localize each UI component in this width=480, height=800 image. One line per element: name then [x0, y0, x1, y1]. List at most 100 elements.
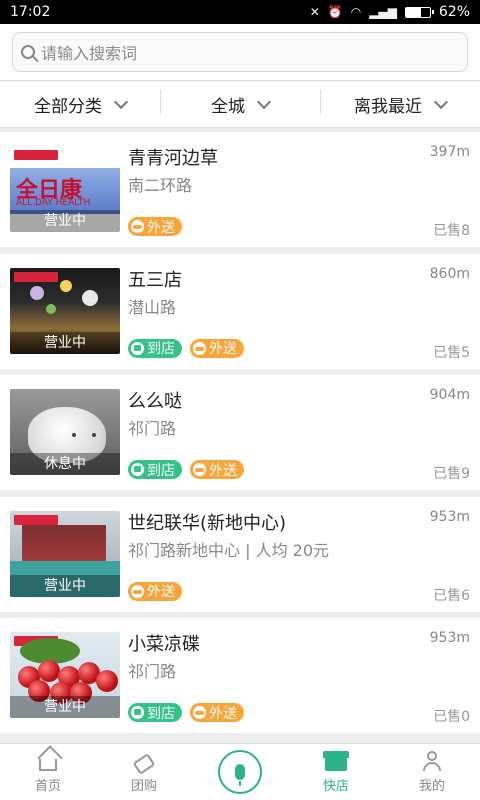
service-tags: 外送 — [128, 581, 182, 601]
store-sold-count: 已售5 — [433, 344, 470, 361]
store-list: 全日康 ALL DAY HEALTH 营业中 青青河边草 南二环路 397m 外… — [0, 132, 480, 740]
store-sold-count: 已售8 — [433, 223, 470, 239]
battery-percent: 62% — [438, 4, 470, 20]
store-card[interactable]: 休息中 么么哒 祁门路 904m 到店 外送 已售9 — [0, 375, 480, 490]
chevron-down-icon — [113, 94, 129, 110]
store-distance: 397m — [429, 144, 470, 160]
delivery-tag: 外送 — [190, 338, 244, 358]
status-time: 17:02 — [10, 4, 51, 20]
thumbnail-brand-en: ALL DAY HEALTH — [16, 198, 91, 208]
store-thumbnail: 休息中 — [10, 389, 120, 475]
voice-search-button[interactable] — [218, 750, 262, 794]
bottom-tab-bar: 首页 团购 快店 我的 — [0, 743, 480, 800]
tab-quick-store[interactable]: 快店 — [288, 744, 384, 800]
store-thumbnail: 营业中 — [10, 267, 120, 354]
eye-shape — [92, 433, 96, 437]
search-icon — [21, 45, 35, 59]
home-icon — [39, 759, 57, 771]
delivery-tag-label: 外送 — [209, 462, 237, 479]
store-card[interactable]: 营业中 五三店 潜山路 860m 到店 外送 已售5 — [0, 253, 480, 369]
coupon-icon — [132, 753, 156, 775]
store-thumbnail: 营业中 — [10, 510, 120, 597]
store-address: 南二环路 — [128, 176, 193, 195]
filter-sort[interactable]: 离我最近 — [320, 89, 480, 117]
in-store-tag: 到店 — [128, 703, 182, 722]
store-name: 世纪联华(新地中心) — [128, 512, 287, 534]
store-status: 营业中 — [10, 331, 120, 354]
store-icon — [131, 463, 144, 476]
filter-category[interactable]: 全部分类 — [0, 92, 160, 117]
in-store-tag: 到店 — [128, 338, 182, 358]
store-icon — [131, 706, 144, 719]
brand-logo — [14, 150, 58, 160]
filter-area[interactable]: 全城 — [160, 89, 320, 117]
store-status: 营业中 — [10, 574, 120, 597]
in-store-tag-label: 到店 — [147, 462, 175, 479]
flower-shape — [82, 289, 98, 306]
store-status: 休息中 — [10, 453, 120, 475]
chevron-down-icon — [256, 94, 272, 110]
eye-shape — [72, 433, 76, 437]
tab-home-label: 首页 — [34, 779, 61, 794]
search-placeholder: 请输入搜索词 — [41, 44, 138, 63]
store-name: 么么哒 — [128, 391, 182, 412]
store-address: 祁门路新地中心 | 人均 20元 — [128, 540, 330, 560]
store-address: 潜山路 — [128, 297, 177, 317]
in-store-tag-label: 到店 — [147, 705, 175, 722]
store-status: 营业中 — [10, 696, 120, 718]
delivery-tag: 外送 — [190, 703, 244, 722]
delivery-tag: 外送 — [128, 217, 182, 236]
tab-group-buy[interactable]: 团购 — [96, 744, 192, 800]
store-name: 青青河边草 — [128, 148, 218, 169]
store-name: 小菜凉碟 — [128, 634, 200, 655]
scooter-icon — [193, 706, 206, 719]
tab-quick-store-label: 快店 — [322, 779, 349, 794]
status-icons: ✕ ⏰ ◠ ▂▄▆ 62% — [310, 4, 470, 20]
service-tags: 到店 外送 — [128, 703, 244, 722]
store-card[interactable]: 营业中 世纪联华(新地中心) 祁门路新地中心 | 人均 20元 953m 外送 … — [0, 496, 480, 612]
delivery-tag: 外送 — [128, 581, 182, 601]
search-input[interactable]: 请输入搜索词 — [12, 32, 468, 72]
user-icon — [421, 751, 443, 771]
store-distance: 904m — [429, 387, 470, 403]
tab-mine[interactable]: 我的 — [384, 744, 480, 800]
filter-area-label: 全城 — [211, 96, 245, 117]
delivery-tag: 外送 — [190, 460, 244, 479]
cherry-shape — [38, 660, 60, 682]
store-card[interactable]: 营业中 小菜凉碟 祁门路 953m 到店 外送 已售0 — [0, 618, 480, 733]
store-sold-count: 已售0 — [433, 709, 470, 725]
flower-shape — [46, 303, 56, 314]
shop-icon — [323, 751, 349, 771]
service-tags: 到店 外送 — [128, 460, 244, 479]
mute-icon: ✕ — [309, 5, 320, 19]
scooter-icon — [131, 584, 144, 598]
in-store-tag-label: 到店 — [147, 341, 175, 357]
flower-shape — [60, 279, 72, 292]
scooter-icon — [193, 463, 206, 476]
tab-home[interactable]: 首页 — [0, 744, 96, 800]
scooter-icon — [193, 341, 206, 355]
tab-group-buy-label: 团购 — [130, 779, 157, 794]
store-card[interactable]: 全日康 ALL DAY HEALTH 营业中 青青河边草 南二环路 397m 外… — [0, 132, 480, 247]
store-distance: 860m — [429, 265, 470, 282]
status-bar: 17:02 ✕ ⏰ ◠ ▂▄▆ 62% — [0, 0, 480, 24]
search-bar: 请输入搜索词 — [0, 24, 480, 80]
store-sold-count: 已售9 — [433, 466, 470, 482]
store-name: 五三店 — [128, 269, 182, 291]
store-address: 祁门路 — [128, 419, 177, 438]
filter-bar: 全部分类 全城 离我最近 — [0, 80, 480, 128]
filter-category-label: 全部分类 — [34, 96, 102, 117]
store-sold-count: 已售6 — [433, 587, 470, 604]
signal-icon: ▂▄▆ — [369, 5, 397, 19]
store-icon — [131, 341, 144, 355]
filter-sort-label: 离我最近 — [354, 96, 422, 117]
service-tags: 外送 — [128, 217, 182, 236]
store-distance: 953m — [429, 508, 470, 525]
delivery-tag-label: 外送 — [209, 705, 237, 722]
service-tags: 到店 外送 — [128, 338, 244, 358]
flower-shape — [30, 285, 44, 300]
store-distance: 953m — [429, 630, 470, 646]
delivery-tag-label: 外送 — [147, 584, 175, 600]
delivery-tag-label: 外送 — [209, 341, 237, 357]
store-thumbnail: 营业中 — [10, 632, 120, 718]
